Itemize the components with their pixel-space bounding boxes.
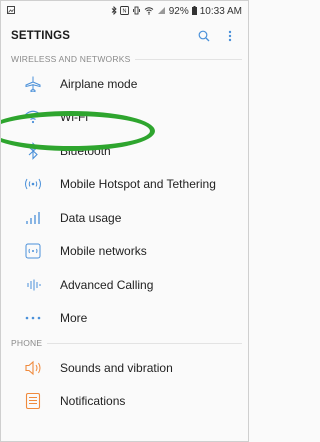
settings-item-label: Sounds and vibration bbox=[60, 360, 173, 375]
settings-item-label: More bbox=[60, 311, 88, 326]
settings-item-label: Airplane mode bbox=[60, 76, 138, 91]
settings-item-airplane-mode[interactable]: Airplane mode bbox=[1, 67, 248, 101]
svg-text:N: N bbox=[122, 8, 126, 14]
settings-item-wifi[interactable]: Wi-Fi bbox=[1, 101, 248, 135]
battery-level: 92% bbox=[168, 5, 189, 17]
settings-item-label: Data usage bbox=[60, 210, 122, 225]
more-vert-icon[interactable] bbox=[222, 28, 238, 44]
settings-item-notifications[interactable]: Notifications bbox=[1, 385, 248, 419]
settings-item-label: Bluetooth bbox=[60, 143, 111, 158]
app-bar: SETTINGS bbox=[1, 21, 248, 51]
settings-item-label: Notifications bbox=[60, 394, 126, 409]
bluetooth-icon bbox=[23, 141, 43, 161]
sound-icon bbox=[23, 358, 43, 378]
wifi-icon bbox=[23, 107, 43, 127]
vibrate-icon bbox=[132, 6, 141, 17]
status-bar: N 92% 10:33 AM bbox=[1, 1, 248, 21]
more-horiz-icon bbox=[23, 308, 43, 328]
nfc-icon: N bbox=[119, 5, 129, 17]
page-title: SETTINGS bbox=[11, 30, 71, 42]
settings-item-label: Mobile networks bbox=[60, 244, 147, 259]
section-header-phone: PHONE bbox=[1, 335, 248, 351]
data-usage-icon bbox=[23, 208, 43, 228]
settings-screen: N 92% 10:33 AM SETTINGS WIRELESS AND NET… bbox=[0, 0, 249, 442]
advanced-calling-icon bbox=[23, 275, 43, 295]
settings-item-sounds[interactable]: Sounds and vibration bbox=[1, 351, 248, 385]
hotspot-icon bbox=[23, 174, 43, 194]
notifications-icon bbox=[23, 391, 43, 411]
mobile-networks-icon bbox=[23, 241, 43, 261]
settings-item-data-usage[interactable]: Data usage bbox=[1, 201, 248, 235]
image-icon bbox=[7, 5, 15, 17]
battery-icon bbox=[191, 5, 197, 17]
wifi-icon bbox=[144, 6, 154, 17]
airplane-icon bbox=[23, 74, 43, 94]
settings-item-bluetooth[interactable]: Bluetooth bbox=[1, 134, 248, 168]
search-icon[interactable] bbox=[196, 28, 212, 44]
settings-item-mobile-networks[interactable]: Mobile networks bbox=[1, 235, 248, 269]
bluetooth-icon bbox=[111, 5, 117, 17]
settings-item-more[interactable]: More bbox=[1, 302, 248, 336]
section-header-wireless: WIRELESS AND NETWORKS bbox=[1, 51, 248, 67]
settings-item-label: Mobile Hotspot and Tethering bbox=[60, 177, 216, 192]
signal-icon bbox=[157, 6, 166, 17]
clock: 10:33 AM bbox=[199, 5, 242, 17]
settings-item-advanced-calling[interactable]: Advanced Calling bbox=[1, 268, 248, 302]
settings-item-hotspot[interactable]: Mobile Hotspot and Tethering bbox=[1, 168, 248, 202]
settings-item-label: Advanced Calling bbox=[60, 277, 154, 292]
settings-item-label: Wi-Fi bbox=[60, 110, 88, 125]
